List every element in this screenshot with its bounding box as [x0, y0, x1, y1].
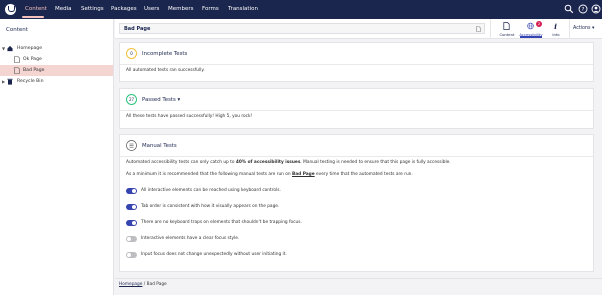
manual-check-toggle[interactable] — [126, 220, 137, 226]
tree-item-label: Homepage — [17, 46, 43, 51]
help-icon[interactable]: ? — [578, 4, 588, 14]
panel-title[interactable]: Passed Tests ▾ — [142, 89, 180, 111]
manual-check-row: Input focus does not change unexpectedly… — [126, 252, 586, 260]
passed-count: 27 — [126, 94, 137, 105]
divider — [490, 19, 491, 39]
nav-members[interactable]: Members — [168, 0, 194, 19]
nav-packages[interactable]: Packages — [111, 0, 137, 19]
manual-check-label: Input focus does not change unexpectedly… — [141, 252, 287, 257]
nav-active-indicator — [22, 16, 44, 18]
panel-title: Incomplete Tests — [142, 51, 188, 57]
svg-text:?: ? — [582, 7, 585, 13]
manual-check-row: Tab order is consistent with how it visu… — [126, 204, 586, 212]
caret-down-icon[interactable]: ▼ — [2, 43, 5, 54]
info-icon: i — [554, 22, 557, 30]
divider — [569, 19, 570, 39]
checklist-icon — [126, 140, 137, 151]
tree-title: Content — [6, 27, 28, 33]
manual-check-row: There are no keyboard traps on elements … — [126, 220, 586, 228]
incomplete-message: All automated tests ran successfully. — [126, 68, 205, 73]
globe-icon — [527, 22, 534, 30]
trash-icon — [7, 78, 13, 85]
breadcrumb: Homepage / Bad Page — [119, 282, 167, 287]
tab-label: Info — [552, 32, 560, 37]
panel-header: Manual Tests — [120, 135, 593, 157]
manual-tests-panel: Manual Tests Automated accessibility tes… — [119, 134, 594, 272]
top-navigation: Content Media Settings Packages Users Me… — [0, 0, 602, 19]
manual-minimum-note: As a minimum it is recommended that the … — [126, 172, 413, 177]
tree-item-recycle-bin[interactable]: ▶ Recycle Bin — [0, 76, 113, 87]
page-link[interactable]: Bad Page — [292, 172, 315, 177]
manual-check-label: There are no keyboard traps on elements … — [141, 220, 302, 225]
accessibility-issue-badge: 2 — [536, 21, 542, 27]
document-icon — [14, 56, 20, 63]
tab-content[interactable]: Content — [495, 19, 519, 39]
tab-active-indicator — [520, 36, 542, 38]
breadcrumb-root[interactable]: Homepage — [119, 282, 142, 287]
panel-header[interactable]: 27 Passed Tests ▾ — [120, 89, 593, 111]
incomplete-tests-panel: 0 Incomplete Tests All automated tests r… — [119, 42, 594, 82]
svg-text:i: i — [554, 22, 557, 30]
manual-check-row: All interactive elements can be reached … — [126, 188, 586, 196]
home-icon — [7, 45, 13, 52]
footer-divider — [115, 278, 602, 279]
manual-check-toggle[interactable] — [126, 236, 137, 242]
manual-check-row: Interactive elements have a clear focus … — [126, 236, 586, 244]
manual-check-label: Interactive elements have a clear focus … — [141, 236, 240, 241]
editor-header: Bad Page Content Accessibility 2 i Info … — [115, 19, 602, 39]
search-icon[interactable] — [564, 4, 574, 14]
nav-settings[interactable]: Settings — [81, 0, 104, 19]
caret-right-icon[interactable]: ▶ — [2, 76, 5, 87]
nav-translation[interactable]: Translation — [228, 0, 258, 19]
incomplete-count: 0 — [126, 48, 137, 59]
user-icon[interactable] — [591, 4, 601, 14]
tree-item-bad-page[interactable]: Bad Page — [0, 65, 113, 76]
tree-item-ok-page[interactable]: Ok Page — [0, 54, 113, 65]
document-type-icon[interactable] — [476, 26, 481, 32]
panel-header: 0 Incomplete Tests — [120, 43, 593, 65]
content-tree: Content ▼ Homepage Ok Page Bad Page ▶ Re… — [0, 19, 114, 295]
manual-check-toggle[interactable] — [126, 252, 137, 258]
actions-dropdown[interactable]: Actions ▾ — [573, 19, 594, 39]
tree-item-homepage[interactable]: ▼ Homepage — [0, 43, 113, 54]
breadcrumb-separator: / — [143, 282, 146, 287]
manual-check-label: All interactive elements can be reached … — [141, 188, 281, 193]
tree-item-label: Recycle Bin — [17, 79, 44, 84]
manual-intro: Automated accessibility tests can only c… — [126, 160, 451, 165]
passed-tests-panel: 27 Passed Tests ▾ All these tests have p… — [119, 88, 594, 129]
manual-check-toggle[interactable] — [126, 204, 137, 210]
nav-users[interactable]: Users — [144, 0, 159, 19]
breadcrumb-current: Bad Page — [146, 282, 167, 287]
tab-info[interactable]: i Info — [544, 19, 568, 39]
manual-check-label: Tab order is consistent with how it visu… — [141, 204, 280, 209]
page-name-input[interactable]: Bad Page — [119, 23, 485, 34]
panel-title: Manual Tests — [142, 143, 177, 149]
nav-forms[interactable]: Forms — [202, 0, 219, 19]
manual-check-toggle[interactable] — [126, 188, 137, 194]
document-icon — [14, 67, 20, 74]
document-icon — [503, 22, 510, 30]
tab-label: Content — [499, 32, 515, 37]
tree-item-label: Ok Page — [23, 57, 42, 62]
passed-message: All these tests have passed successfully… — [126, 114, 253, 119]
umbraco-logo-icon[interactable] — [5, 4, 16, 15]
nav-media[interactable]: Media — [55, 0, 72, 19]
tree-item-label: Bad Page — [23, 68, 45, 73]
